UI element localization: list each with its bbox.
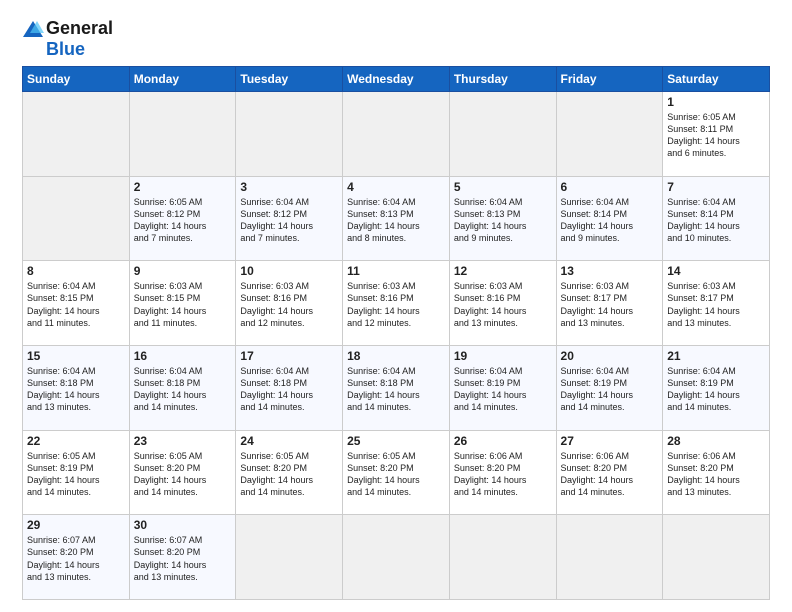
table-row: 17Sunrise: 6:04 AMSunset: 8:18 PMDayligh… [236,345,343,430]
calendar-header-tuesday: Tuesday [236,67,343,92]
empty-cell [449,515,556,600]
empty-cell [556,515,663,600]
empty-cell [236,515,343,600]
table-row: 9Sunrise: 6:03 AMSunset: 8:15 PMDaylight… [129,261,236,346]
calendar-header-sunday: Sunday [23,67,130,92]
calendar-table: SundayMondayTuesdayWednesdayThursdayFrid… [22,66,770,600]
table-row: 5Sunrise: 6:04 AMSunset: 8:13 PMDaylight… [449,176,556,261]
calendar-header-friday: Friday [556,67,663,92]
empty-cell [343,92,450,177]
table-row: 14Sunrise: 6:03 AMSunset: 8:17 PMDayligh… [663,261,770,346]
empty-cell [449,92,556,177]
empty-cell [663,515,770,600]
table-row: 4Sunrise: 6:04 AMSunset: 8:13 PMDaylight… [343,176,450,261]
table-row: 11Sunrise: 6:03 AMSunset: 8:16 PMDayligh… [343,261,450,346]
table-row: 22Sunrise: 6:05 AMSunset: 8:19 PMDayligh… [23,430,130,515]
table-row: 8Sunrise: 6:04 AMSunset: 8:15 PMDaylight… [23,261,130,346]
header: General Blue [22,18,770,60]
calendar-header-saturday: Saturday [663,67,770,92]
table-row: 15Sunrise: 6:04 AMSunset: 8:18 PMDayligh… [23,345,130,430]
table-row: 10Sunrise: 6:03 AMSunset: 8:16 PMDayligh… [236,261,343,346]
table-row: 19Sunrise: 6:04 AMSunset: 8:19 PMDayligh… [449,345,556,430]
logo-blue: Blue [46,39,85,60]
empty-cell [129,92,236,177]
table-row: 7Sunrise: 6:04 AMSunset: 8:14 PMDaylight… [663,176,770,261]
table-row: 18Sunrise: 6:04 AMSunset: 8:18 PMDayligh… [343,345,450,430]
empty-cell [343,515,450,600]
table-row: 23Sunrise: 6:05 AMSunset: 8:20 PMDayligh… [129,430,236,515]
calendar-header-monday: Monday [129,67,236,92]
table-row: 16Sunrise: 6:04 AMSunset: 8:18 PMDayligh… [129,345,236,430]
empty-cell [236,92,343,177]
table-row: 20Sunrise: 6:04 AMSunset: 8:19 PMDayligh… [556,345,663,430]
page: General Blue SundayMondayTuesdayWednesda… [0,0,792,612]
empty-cell [23,176,130,261]
table-row: 27Sunrise: 6:06 AMSunset: 8:20 PMDayligh… [556,430,663,515]
table-row: 29Sunrise: 6:07 AMSunset: 8:20 PMDayligh… [23,515,130,600]
empty-cell [23,92,130,177]
table-row: 30Sunrise: 6:07 AMSunset: 8:20 PMDayligh… [129,515,236,600]
calendar-header-thursday: Thursday [449,67,556,92]
logo-general: General [46,18,113,39]
table-row: 24Sunrise: 6:05 AMSunset: 8:20 PMDayligh… [236,430,343,515]
calendar-header-wednesday: Wednesday [343,67,450,92]
table-row: 21Sunrise: 6:04 AMSunset: 8:19 PMDayligh… [663,345,770,430]
table-row: 1Sunrise: 6:05 AMSunset: 8:11 PMDaylight… [663,92,770,177]
table-row: 26Sunrise: 6:06 AMSunset: 8:20 PMDayligh… [449,430,556,515]
logo-icon [22,20,44,38]
table-row: 25Sunrise: 6:05 AMSunset: 8:20 PMDayligh… [343,430,450,515]
table-row: 12Sunrise: 6:03 AMSunset: 8:16 PMDayligh… [449,261,556,346]
table-row: 6Sunrise: 6:04 AMSunset: 8:14 PMDaylight… [556,176,663,261]
table-row: 28Sunrise: 6:06 AMSunset: 8:20 PMDayligh… [663,430,770,515]
table-row: 13Sunrise: 6:03 AMSunset: 8:17 PMDayligh… [556,261,663,346]
empty-cell [556,92,663,177]
logo: General Blue [22,18,113,60]
table-row: 3Sunrise: 6:04 AMSunset: 8:12 PMDaylight… [236,176,343,261]
table-row: 2Sunrise: 6:05 AMSunset: 8:12 PMDaylight… [129,176,236,261]
